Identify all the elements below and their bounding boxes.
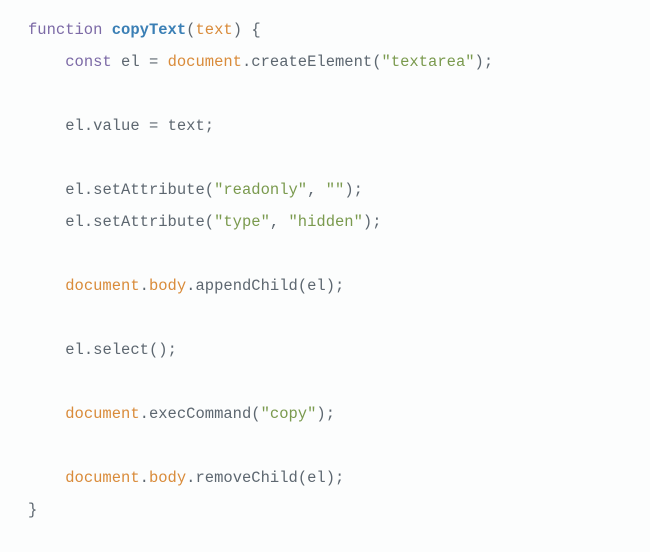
function-name: copyText bbox=[112, 21, 186, 39]
str-readonly: "readonly" bbox=[214, 181, 307, 199]
line-9: document.body.appendChild(el); bbox=[28, 277, 344, 295]
line-13: document.execCommand("copy"); bbox=[28, 405, 335, 423]
keyword-function: function bbox=[28, 21, 102, 39]
line-6: el.setAttribute("readonly", ""); bbox=[28, 181, 363, 199]
str-copy: "copy" bbox=[261, 405, 317, 423]
line-4: el.value = text; bbox=[28, 117, 214, 135]
str-textarea: "textarea" bbox=[382, 53, 475, 71]
str-type: "type" bbox=[214, 213, 270, 231]
line-7: el.setAttribute("type", "hidden"); bbox=[28, 213, 382, 231]
str-hidden: "hidden" bbox=[289, 213, 363, 231]
obj-document: document bbox=[168, 53, 242, 71]
keyword-const: const bbox=[65, 53, 112, 71]
obj-body: body bbox=[149, 277, 186, 295]
line-11: el.select(); bbox=[28, 341, 177, 359]
param-text: text bbox=[195, 21, 232, 39]
line-15: document.body.removeChild(el); bbox=[28, 469, 344, 487]
str-empty: "" bbox=[326, 181, 345, 199]
line-2: const el = document.createElement("texta… bbox=[28, 53, 493, 71]
line-16: } bbox=[28, 501, 37, 519]
line-1: function copyText(text) { bbox=[28, 21, 261, 39]
code-block: function copyText(text) { const el = doc… bbox=[0, 0, 650, 526]
